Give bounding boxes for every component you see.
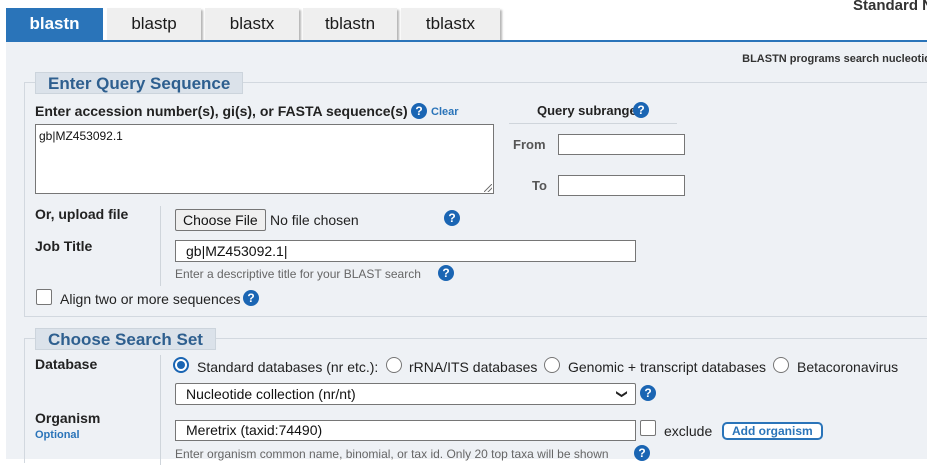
- from-input[interactable]: [558, 134, 685, 155]
- search-set-legend: Choose Search Set: [35, 328, 216, 350]
- database-selected-value: Nucleotide collection (nr/nt): [186, 386, 356, 402]
- job-title-hint: Enter a descriptive title for your BLAST…: [175, 267, 421, 281]
- query-subrange-title: Query subrange: [537, 103, 637, 118]
- align-label: Align two or more sequences: [60, 291, 241, 307]
- radio-label-genomic: Genomic + transcript databases: [568, 359, 767, 375]
- query-label: Enter accession number(s), gi(s), or FAS…: [35, 103, 408, 119]
- field-divider: [160, 206, 161, 286]
- radio-genomic-transcript[interactable]: [544, 357, 560, 373]
- database-help-icon[interactable]: ?: [640, 385, 656, 401]
- tab-blastp[interactable]: blastp: [107, 8, 201, 40]
- to-input[interactable]: [558, 175, 685, 196]
- to-label: To: [532, 178, 547, 193]
- field-divider: [160, 355, 161, 465]
- subrange-divider: [509, 123, 677, 124]
- add-organism-button[interactable]: Add organism: [722, 422, 823, 440]
- query-sequence-value: gb|MZ453092.1: [39, 129, 123, 143]
- search-set-section: Choose Search Set Database Standard data…: [24, 328, 927, 465]
- job-title-help-icon[interactable]: ?: [438, 265, 454, 281]
- blast-form-panel: BLASTN programs search nucleotid Enter Q…: [6, 40, 927, 465]
- from-label: From: [513, 137, 546, 152]
- resize-grip-icon[interactable]: [484, 184, 492, 192]
- tab-blastn[interactable]: blastn: [6, 8, 103, 40]
- organism-input[interactable]: Meretrix (taxid:74490): [175, 420, 636, 441]
- align-checkbox[interactable]: [36, 289, 52, 305]
- upload-help-icon[interactable]: ?: [444, 210, 460, 226]
- no-file-text: No file chosen: [270, 212, 359, 228]
- standard-header-text: Standard N: [852, 0, 927, 14]
- tab-tblastn[interactable]: tblastn: [303, 8, 397, 40]
- tab-blastx[interactable]: blastx: [205, 8, 299, 40]
- tab-tblastx[interactable]: tblastx: [401, 8, 500, 40]
- clear-link[interactable]: Clear: [431, 106, 459, 118]
- radio-label-betacoronavirus: Betacoronavirus: [797, 359, 899, 375]
- choose-file-button[interactable]: Choose File: [175, 209, 266, 231]
- program-description: BLASTN programs search nucleotid: [742, 53, 927, 65]
- query-section-legend: Enter Query Sequence: [35, 72, 244, 94]
- subrange-help-icon[interactable]: ?: [633, 102, 649, 118]
- job-title-label: Job Title: [35, 238, 93, 254]
- exclude-label: exclude: [664, 423, 713, 439]
- align-help-icon[interactable]: ?: [243, 290, 259, 306]
- query-help-icon[interactable]: ?: [411, 103, 427, 119]
- radio-rrna-its[interactable]: [386, 357, 402, 373]
- exclude-checkbox[interactable]: [640, 420, 656, 436]
- optional-label: Optional: [35, 429, 80, 441]
- radio-label-rrna: rRNA/ITS databases: [409, 359, 538, 375]
- organism-label: Organism: [35, 410, 101, 426]
- job-title-input[interactable]: gb|MZ453092.1|: [175, 240, 636, 262]
- database-label: Database: [35, 356, 98, 372]
- radio-betacoronavirus[interactable]: [773, 357, 789, 373]
- database-select[interactable]: Nucleotide collection (nr/nt) ❮: [175, 383, 636, 405]
- radio-label-standard: Standard databases (nr etc.):: [197, 359, 379, 375]
- chevron-down-icon: ❮: [615, 389, 628, 399]
- upload-label: Or, upload file: [35, 206, 129, 222]
- query-sequence-textarea[interactable]: gb|MZ453092.1: [35, 124, 494, 194]
- query-section: Enter Query Sequence Enter accession num…: [24, 72, 927, 317]
- radio-standard-databases[interactable]: [173, 357, 189, 373]
